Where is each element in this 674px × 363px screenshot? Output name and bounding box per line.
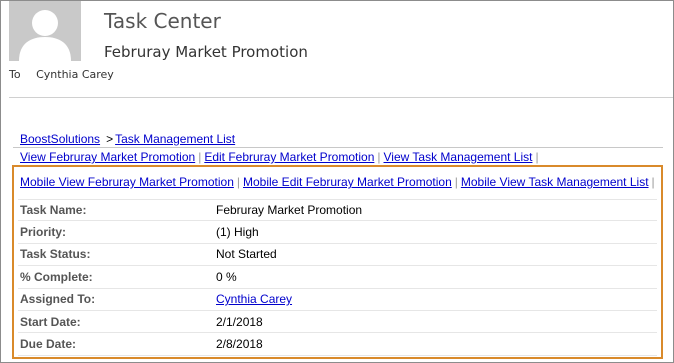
property-row-task-name: Task Name: Februray Market Promotion — [18, 199, 657, 222]
property-label: Task Name: — [20, 203, 87, 218]
property-label: Due Date: — [20, 337, 77, 352]
property-row-due-date: Due Date: 2/8/2018 — [18, 333, 657, 356]
property-row-task-status: Task Status: Not Started — [18, 244, 657, 267]
mobile-view-item-link[interactable]: Mobile View Februray Market Promotion — [20, 175, 234, 189]
property-label: Task Status: — [20, 247, 91, 262]
to-label: To — [9, 68, 21, 81]
percent-complete-value: 0 % — [216, 269, 237, 284]
due-date-value: 2/8/2018 — [216, 337, 263, 352]
property-label: Assigned To: — [20, 292, 96, 307]
task-properties: Task Name: Februray Market Promotion Pri… — [18, 199, 657, 356]
view-item-link[interactable]: View Februray Market Promotion — [20, 150, 195, 164]
highlighted-task-panel: Mobile View Februray Market Promotion | Mo… — [12, 165, 663, 359]
property-label: Start Date: — [20, 314, 81, 329]
edit-item-link[interactable]: Edit Februray Market Promotion — [204, 150, 374, 164]
person-placeholder-icon — [9, 1, 81, 61]
header-divider — [9, 97, 673, 98]
property-row-percent-complete: % Complete: 0 % — [18, 266, 657, 289]
mobile-view-list-link[interactable]: Mobile View Task Management List — [461, 175, 649, 189]
message-subject: Februray Market Promotion — [104, 43, 308, 61]
link-separator: | — [198, 150, 202, 164]
view-list-link[interactable]: View Task Management List — [384, 150, 533, 164]
breadcrumb-site-link[interactable]: BoostSolutions — [20, 132, 100, 146]
recipient-name[interactable]: Cynthia Carey — [36, 68, 114, 81]
breadcrumb-separator: > — [106, 132, 114, 146]
link-separator: | — [236, 175, 240, 189]
link-separator: | — [377, 150, 381, 164]
task-status-value: Not Started — [216, 247, 277, 262]
breadcrumb-list-link[interactable]: Task Management List — [115, 132, 235, 146]
property-row-start-date: Start Date: 2/1/2018 — [18, 311, 657, 334]
recipient-row: To Cynthia Carey — [9, 68, 114, 81]
property-label: % Complete: — [20, 269, 93, 284]
link-separator: | — [454, 175, 458, 189]
app-title: Task Center — [104, 9, 221, 33]
action-links: View Februray Market Promotion | Edit Febr… — [20, 150, 542, 164]
breadcrumb-divider — [13, 147, 663, 148]
link-separator: | — [535, 150, 539, 164]
start-date-value: 2/1/2018 — [216, 314, 263, 329]
email-window: Task Center Februray Market Promotion To… — [0, 0, 674, 363]
priority-value: (1) High — [216, 225, 259, 240]
mobile-action-links: Mobile View Februray Market Promotion | Mo… — [20, 175, 658, 189]
assigned-to-link[interactable]: Cynthia Carey — [216, 292, 292, 306]
mobile-edit-item-link[interactable]: Mobile Edit Februray Market Promotion — [243, 175, 452, 189]
link-separator: | — [651, 175, 655, 189]
breadcrumb: BoostSolutions > Task Management List — [20, 132, 235, 146]
property-label: Priority: — [20, 225, 67, 240]
property-row-assigned-to: Assigned To: Cynthia Carey — [18, 289, 657, 311]
task-name-value: Februray Market Promotion — [216, 203, 363, 218]
sender-avatar — [9, 1, 81, 61]
property-row-priority: Priority: (1) High — [18, 221, 657, 244]
